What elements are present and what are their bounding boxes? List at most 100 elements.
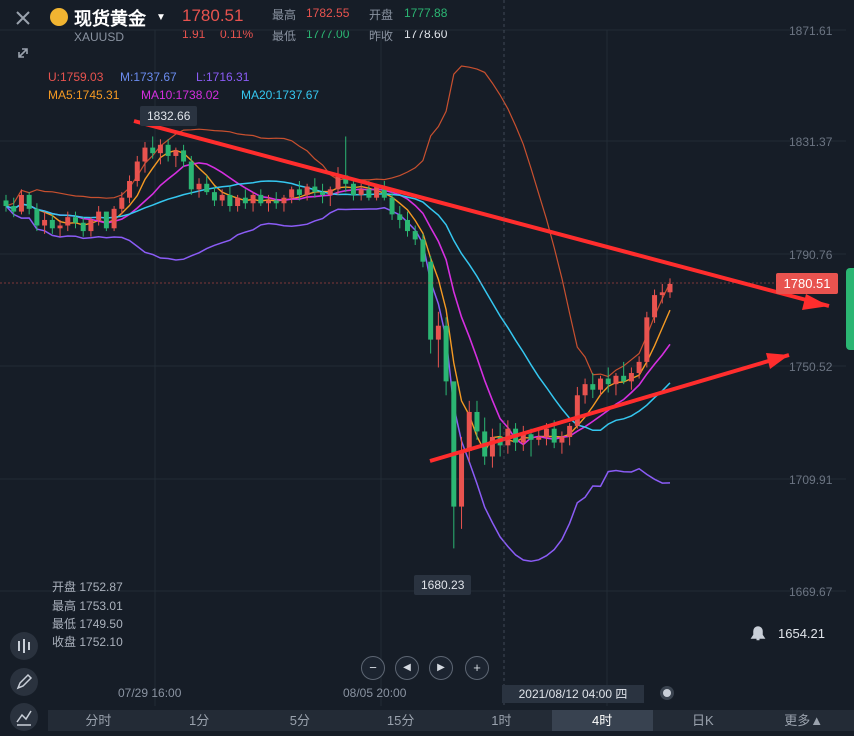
crosshair-handle[interactable] — [660, 686, 674, 700]
candle-body — [605, 378, 611, 385]
candle-body — [80, 222, 86, 232]
high-callout: 1832.66 — [140, 106, 198, 126]
zoom-in-button[interactable]: + — [465, 656, 489, 680]
scroll-left-button[interactable]: ◀ — [395, 656, 419, 680]
candle-body — [551, 428, 557, 443]
candle-body — [358, 189, 364, 195]
candle-body — [474, 411, 480, 432]
candle-body — [389, 197, 395, 215]
candle-body — [582, 384, 588, 396]
draw-pencil-icon[interactable] — [10, 668, 38, 696]
candle-body — [42, 219, 48, 226]
tab-period[interactable]: 1分 — [149, 710, 250, 731]
side-panel-tab[interactable] — [846, 268, 854, 350]
candle-body — [636, 361, 642, 374]
current-price-tag: 1780.51 — [776, 273, 838, 294]
candle-body — [366, 189, 372, 198]
candle-body — [466, 411, 472, 451]
ma10-line — [5, 162, 671, 446]
chart-grid — [0, 29, 846, 706]
tab-period-active[interactable]: 4时 — [551, 710, 653, 731]
candle-body — [250, 194, 256, 204]
candle-body — [397, 214, 403, 220]
candle-body — [111, 208, 117, 229]
candle-body — [621, 375, 627, 382]
tab-period[interactable]: 1时 — [451, 710, 552, 731]
candle-body — [242, 197, 248, 204]
ohlc-close: 收盘 1752.10 — [52, 635, 123, 649]
candle-body — [196, 183, 202, 190]
candle-body — [88, 219, 94, 232]
candle-body — [18, 194, 24, 212]
candle-body — [559, 437, 565, 443]
x-tick-label: 07/29 16:00 — [118, 686, 182, 700]
candle-body — [273, 200, 279, 204]
ohlc-low: 最低 1749.50 — [52, 617, 123, 631]
candle-body — [543, 428, 549, 438]
boll-mid-label: M:1737.67 — [120, 70, 177, 84]
boll-lower-line — [5, 205, 671, 563]
candle-body — [667, 283, 673, 293]
zoom-out-button[interactable]: − — [361, 656, 385, 680]
ma10-label: MA10:1738.02 — [141, 88, 220, 102]
candle-body — [652, 295, 658, 318]
candle-body — [659, 292, 665, 296]
moving-averages — [5, 149, 671, 453]
ohlc-high: 最高 1753.01 — [52, 599, 123, 613]
period-tabs: 分时 1分 5分 15分 1时 4时 日K 更多▲ — [48, 710, 854, 731]
candle-body — [459, 450, 465, 507]
candle-body — [258, 194, 264, 204]
tab-period[interactable]: 分时 — [48, 710, 149, 731]
candle-body — [536, 437, 542, 440]
candle-body — [312, 186, 318, 193]
candle-body — [103, 211, 109, 229]
candle-body — [327, 189, 333, 195]
price-chart[interactable] — [0, 0, 854, 731]
candle-body — [181, 150, 187, 162]
candle-body — [127, 180, 133, 198]
candle-body — [528, 434, 534, 440]
candle-body — [613, 375, 619, 385]
crosshair-date: 2021/08/12 04:00 四 — [502, 685, 644, 703]
y-tick-label: 1790.76 — [789, 248, 833, 262]
candle-body — [165, 144, 171, 156]
tab-period[interactable]: 15分 — [350, 710, 451, 731]
tab-period[interactable]: 日K — [653, 710, 754, 731]
candle-body — [567, 425, 573, 438]
candle-body — [188, 161, 194, 190]
tab-more[interactable]: 更多▲ — [753, 710, 854, 731]
candle-body — [26, 194, 32, 209]
candle-body — [374, 186, 380, 198]
ohlc-open: 开盘 1752.87 — [52, 580, 123, 594]
candle-body — [173, 150, 179, 156]
candle-body — [412, 231, 418, 240]
candle-body — [443, 325, 449, 382]
candle-body — [157, 144, 163, 154]
indicator-tool-icon[interactable] — [10, 632, 38, 660]
bell-icon[interactable] — [748, 624, 768, 642]
tab-period[interactable]: 5分 — [250, 710, 351, 731]
low-callout: 1680.23 — [414, 575, 472, 595]
candle-body — [34, 208, 40, 226]
candle-body — [211, 192, 217, 201]
candle-body — [281, 197, 287, 204]
ma5-line — [5, 149, 671, 453]
line-tool-icon[interactable] — [10, 703, 38, 731]
ma5-label: MA5:1745.31 — [48, 88, 120, 102]
candle-body — [134, 161, 140, 181]
y-tick-label: 1669.67 — [789, 585, 833, 599]
alert-price: 1654.21 — [778, 626, 825, 641]
trendline-upper — [133, 119, 830, 308]
candle-body — [574, 395, 580, 426]
scroll-right-button[interactable]: ▶ — [429, 656, 453, 680]
candle-body — [590, 384, 596, 390]
candle-body — [150, 147, 156, 154]
arrowhead-lower-icon — [766, 353, 789, 369]
candle-body — [304, 186, 310, 195]
y-tick-label: 1750.52 — [789, 360, 833, 374]
x-tick-label: 08/05 20:00 — [343, 686, 407, 700]
candle-body — [435, 325, 441, 340]
trendline-lower — [429, 353, 790, 463]
y-tick-label: 1831.37 — [789, 135, 833, 149]
candle-body — [227, 194, 233, 207]
